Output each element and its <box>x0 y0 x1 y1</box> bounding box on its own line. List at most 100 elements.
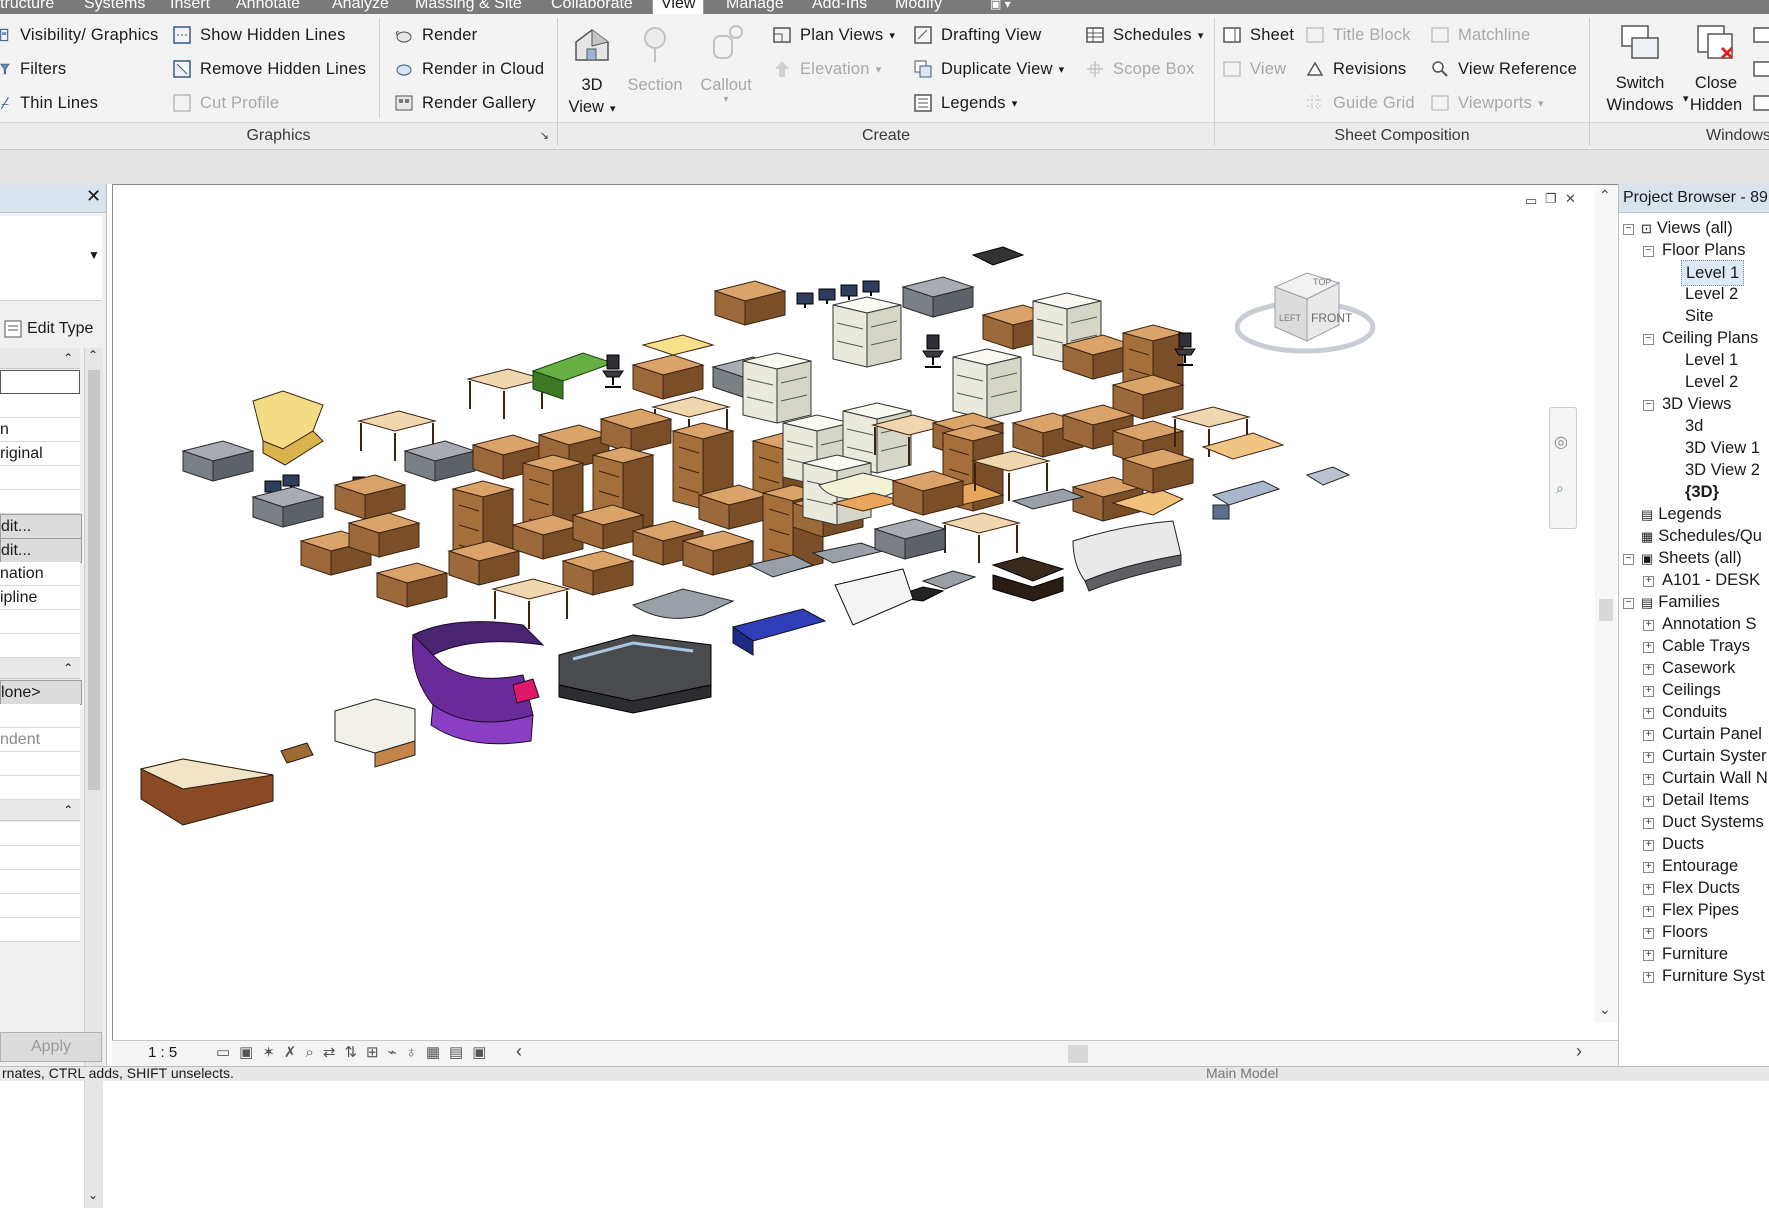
tree-ceiling-plans[interactable]: Ceiling Plans <box>1662 326 1758 350</box>
expand-icon[interactable]: + <box>1643 972 1654 983</box>
collapse-icon[interactable]: − <box>1623 224 1634 235</box>
tree-3d-view-1[interactable]: 3D View 1 <box>1685 436 1760 460</box>
render-in-cloud-button[interactable]: Render in Cloud <box>394 54 544 84</box>
view-reference-button[interactable]: View Reference <box>1430 54 1577 84</box>
tree-family-category[interactable]: Annotation S <box>1662 612 1757 636</box>
tab-modify[interactable]: Modify <box>895 0 942 13</box>
viewcube-left-label[interactable]: LEFT <box>1279 313 1301 323</box>
tree-family-category[interactable]: Detail Items <box>1662 788 1749 812</box>
expand-icon[interactable]: + <box>1643 730 1654 741</box>
remove-hidden-lines-button[interactable]: Remove Hidden Lines <box>172 54 366 84</box>
scrollbar-thumb[interactable] <box>88 370 100 790</box>
tree-family-category[interactable]: Conduits <box>1662 700 1727 724</box>
tab-collaborate[interactable]: Collaborate <box>551 0 633 13</box>
tree-family-category[interactable]: Cable Trays <box>1662 634 1750 658</box>
tree-family-category[interactable]: Ducts <box>1662 832 1704 856</box>
tree-family-category[interactable]: Furniture Syst <box>1662 964 1765 988</box>
tab-manage[interactable]: Manage <box>726 0 784 13</box>
property-value-button[interactable]: lone> <box>0 680 82 705</box>
close-icon[interactable]: ✕ <box>86 186 101 207</box>
revisions-button[interactable]: Revisions <box>1305 54 1406 84</box>
tab-systems[interactable]: Systems <box>84 0 145 13</box>
filters-button[interactable]: Filters <box>0 54 66 84</box>
cascade-windows-button[interactable] <box>1752 54 1769 84</box>
visibility-graphics-button[interactable]: Visibility/ Graphics <box>0 20 159 50</box>
tree-3d-view-3d[interactable]: 3d <box>1685 414 1703 438</box>
section-button[interactable]: Section <box>622 22 688 96</box>
tree-3d-views[interactable]: 3D Views <box>1662 392 1731 416</box>
elevation-button[interactable]: Elevation ▾ <box>772 54 881 84</box>
expand-icon[interactable]: + <box>1643 906 1654 917</box>
tab-structure[interactable]: tructure <box>0 0 54 13</box>
expand-icon[interactable]: + <box>1643 752 1654 763</box>
steering-wheel-icon[interactable]: ◎ <box>1554 432 1568 452</box>
tree-family-category[interactable]: Duct Systems <box>1662 810 1764 834</box>
scroll-up-icon[interactable]: ⌃ <box>88 348 98 362</box>
edit-type-button[interactable]: Edit Type <box>4 320 93 338</box>
tree-family-category[interactable]: Ceilings <box>1662 678 1721 702</box>
schedules-button[interactable]: Schedules ▾ <box>1085 20 1204 50</box>
legends-button[interactable]: Legends ▾ <box>913 88 1017 118</box>
tree-3d-view-2[interactable]: 3D View 2 <box>1685 458 1760 482</box>
edit-property-button[interactable]: dit... <box>0 514 82 539</box>
tree-ceiling-level-1[interactable]: Level 1 <box>1685 348 1738 372</box>
tree-family-category[interactable]: Flex Pipes <box>1662 898 1739 922</box>
view-scale[interactable]: 1 : 5 <box>148 1044 177 1061</box>
plan-views-button[interactable]: Plan Views ▾ <box>772 20 895 50</box>
tab-annotate[interactable]: Annotate <box>236 0 300 13</box>
tree-floor-plans[interactable]: Floor Plans <box>1662 238 1745 262</box>
tab-insert[interactable]: Insert <box>170 0 210 13</box>
tree-family-category[interactable]: Floors <box>1662 920 1708 944</box>
expand-icon[interactable]: + <box>1643 950 1654 961</box>
viewcube[interactable] <box>1235 259 1385 369</box>
expand-icon[interactable]: + <box>1643 708 1654 719</box>
view-control-icons[interactable]: ▭▣✶✗⌕⇄⇅⊞⌁♁▦▤▣ <box>216 1043 495 1061</box>
tree-ceiling-level-2[interactable]: Level 2 <box>1685 370 1738 394</box>
tree-schedules[interactable]: ▦ Schedules/Qu <box>1641 524 1762 548</box>
scroll-right-icon[interactable]: › <box>1576 1041 1582 1062</box>
duplicate-view-button[interactable]: Duplicate View ▾ <box>913 54 1064 84</box>
properties-section-header[interactable]: ⌃ <box>0 800 80 821</box>
scroll-down-icon[interactable]: ⌄ <box>1599 1001 1611 1018</box>
active-model-label[interactable]: Main Model <box>1206 1067 1278 1081</box>
tree-family-category[interactable]: Curtain Panel <box>1662 722 1762 746</box>
tree-sheet-a101[interactable]: A101 - DESK <box>1662 568 1760 592</box>
collapse-icon[interactable]: − <box>1643 334 1654 345</box>
collapse-icon[interactable]: − <box>1623 598 1634 609</box>
expand-icon[interactable]: + <box>1643 576 1654 587</box>
3d-viewport[interactable]: ▭ ❐ ✕ TOP FRONT LEFT ◎ ⌕ ⌃ ⌄ <box>112 184 1620 1048</box>
tree-family-category[interactable]: Curtain Wall N <box>1662 766 1768 790</box>
viewcube-front-label[interactable]: FRONT <box>1311 311 1352 325</box>
scroll-down-icon[interactable]: ⌄ <box>88 1188 98 1202</box>
guide-grid-button[interactable]: Guide Grid <box>1305 88 1415 118</box>
tree-sheets-all[interactable]: ▣ Sheets (all) <box>1641 546 1742 570</box>
expand-icon[interactable]: + <box>1643 884 1654 895</box>
sheet-button[interactable]: Sheet <box>1222 20 1294 50</box>
horizontal-scrollbar-thumb[interactable] <box>1068 1045 1088 1063</box>
properties-section-header[interactable]: ⌃ <box>0 348 80 369</box>
viewport-vertical-scrollbar[interactable]: ⌃ ⌄ <box>1595 185 1617 1023</box>
type-selector[interactable]: ▼ <box>0 216 102 301</box>
expand-icon[interactable]: + <box>1643 664 1654 675</box>
scope-box-button[interactable]: Scope Box <box>1085 54 1195 84</box>
edit-property-button[interactable]: dit... <box>0 538 82 563</box>
callout-button[interactable]: Callout ▾ <box>694 22 758 105</box>
show-hidden-lines-button[interactable]: Show Hidden Lines <box>172 20 346 50</box>
panel-launcher-icon[interactable]: ↘ <box>540 123 549 149</box>
tree-legends[interactable]: ▤ Legends <box>1641 502 1722 526</box>
expand-icon[interactable]: + <box>1643 620 1654 631</box>
tree-families[interactable]: ▤ Families <box>1641 590 1720 614</box>
tree-floor-plan-level-2[interactable]: Level 2 <box>1685 282 1738 306</box>
render-button[interactable]: Render <box>394 20 477 50</box>
collapse-icon[interactable]: − <box>1643 400 1654 411</box>
expand-icon[interactable]: + <box>1643 928 1654 939</box>
replicate-window-button[interactable] <box>1752 20 1769 50</box>
tab-analyze[interactable]: Analyze <box>332 0 389 13</box>
quick-access-dropdown-icon[interactable]: ▣ ▾ <box>990 0 1011 11</box>
tree-floor-plan-site[interactable]: Site <box>1685 304 1713 328</box>
close-hidden-button[interactable]: Close Hidden <box>1684 20 1748 116</box>
viewcube-top-label[interactable]: TOP <box>1313 277 1331 287</box>
expand-icon[interactable]: + <box>1643 774 1654 785</box>
expand-icon[interactable]: + <box>1643 642 1654 653</box>
switch-windows-button[interactable]: Switch Windows <box>1600 20 1680 116</box>
